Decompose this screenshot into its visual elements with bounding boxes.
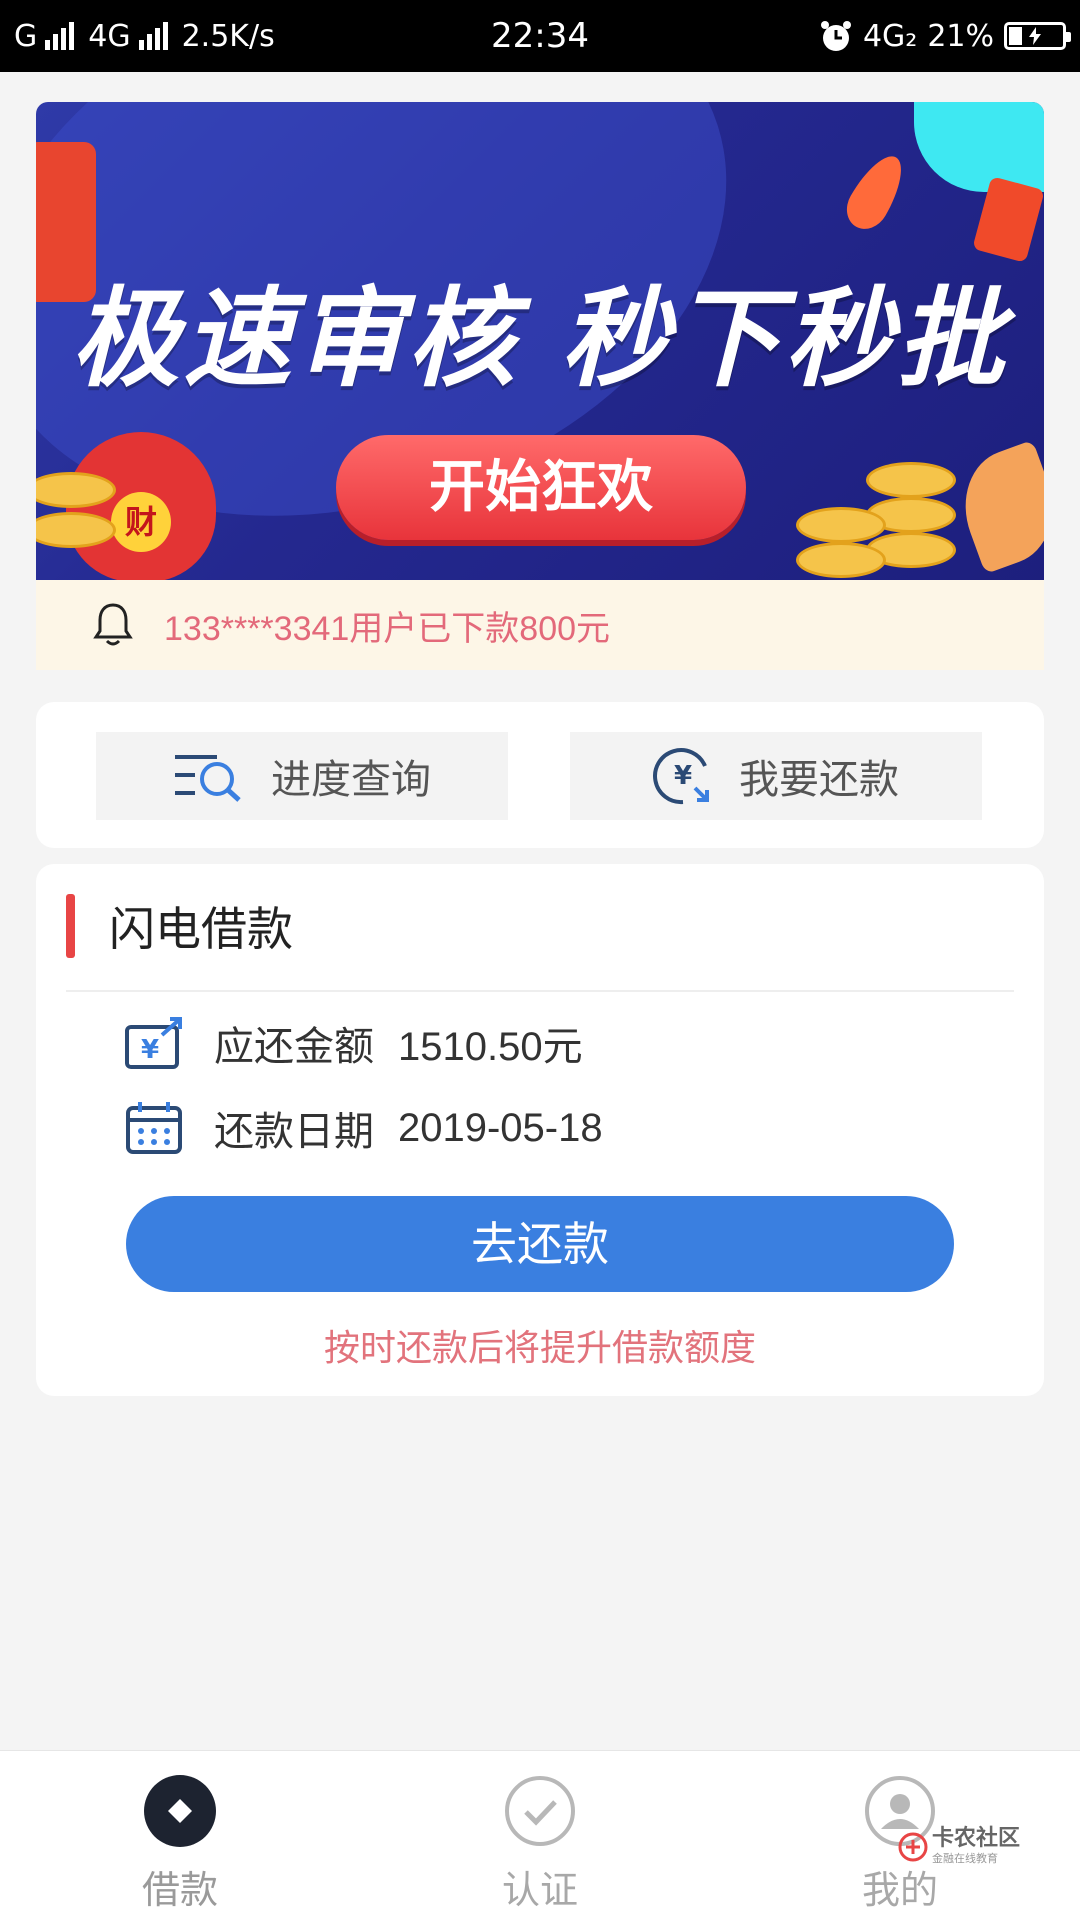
loan-header: 闪电借款	[66, 894, 293, 958]
alarm-icon	[820, 21, 851, 51]
diamond-icon	[144, 1775, 216, 1847]
calendar-icon	[126, 1102, 182, 1154]
battery-percent: 21%	[927, 18, 994, 54]
loan-title: 闪电借款	[109, 902, 293, 956]
signal-icon-2	[138, 22, 168, 50]
tab-loan-label: 借款	[141, 1868, 218, 1912]
watermark-sub: 金融在线教育	[932, 1852, 998, 1865]
amount-icon: ¥	[125, 1017, 182, 1069]
yuan-coin-icon: ¥	[653, 748, 709, 805]
watermark-logo	[898, 1832, 928, 1862]
network-speed: 2.5K/s	[181, 18, 275, 54]
watermark: 卡农社区 金融在线教育	[898, 1828, 1020, 1866]
carrier-2: 4G	[88, 18, 131, 54]
title-accent-bar	[66, 894, 75, 958]
coin-icon	[866, 462, 956, 498]
go-repay-button[interactable]: 去还款	[126, 1196, 954, 1292]
check-icon	[505, 1776, 575, 1846]
repay-button-shortcut[interactable]: ¥ 我要还款	[570, 732, 982, 820]
watermark-text-block: 卡农社区 金融在线教育	[932, 1828, 1020, 1866]
repay-tip: 按时还款后将提升借款额度	[323, 1328, 756, 1369]
date-row: 还款日期 2019-05-18	[124, 1099, 603, 1157]
amount-label: 应还金额	[214, 1024, 374, 1070]
coin-icon	[796, 507, 886, 543]
tab-mine-label: 我的	[861, 1868, 938, 1912]
notice-text: 133****3341用户已下款800元	[164, 609, 611, 648]
loan-card: 闪电借款 ¥ 应还金额 1510.50元 还款日期 2019-05-18 去还款…	[36, 864, 1044, 1396]
progress-query-label: 进度查询	[271, 757, 431, 803]
leaf-shape	[947, 439, 1044, 575]
amount-row: ¥ 应还金额 1510.50元	[124, 1014, 583, 1072]
clock: 22:34	[491, 16, 589, 56]
amount-value: 1510.50元	[398, 1025, 583, 1069]
search-list-icon	[175, 755, 241, 802]
progress-query-button[interactable]: 进度查询	[96, 732, 508, 820]
status-bar: G 4G 2.5K/s 22:34 4G₂ 21%	[0, 0, 1080, 72]
date-label: 还款日期	[214, 1109, 374, 1155]
banner-title: 极速审核 秒下秒批	[71, 277, 1009, 402]
repay-shortcut-label: 我要还款	[739, 757, 899, 803]
carrier-1: G	[14, 18, 38, 54]
banner-start-button[interactable]: 开始狂欢	[336, 435, 746, 540]
svg-text:¥: ¥	[141, 1035, 159, 1065]
network-type: 4G₂	[862, 18, 918, 54]
svg-text:¥: ¥	[674, 761, 692, 791]
money-bag-char: 财	[111, 492, 171, 552]
divider	[66, 990, 1014, 992]
status-left: G 4G 2.5K/s	[14, 19, 414, 54]
date-value: 2019-05-18	[398, 1105, 603, 1150]
bell-icon	[93, 603, 133, 646]
coin-icon	[796, 542, 886, 578]
quick-actions-card: 进度查询 ¥ 我要还款	[36, 702, 1044, 848]
tab-auth-label: 认证	[501, 1868, 578, 1912]
tab-auth[interactable]: 认证	[440, 1775, 640, 1914]
status-right: 4G₂ 21%	[666, 18, 1071, 54]
watermark-name: 卡农社区	[932, 1826, 1021, 1851]
promo-banner[interactable]: 极速审核 秒下秒批 开始狂欢 财	[36, 102, 1044, 580]
banner-cyan-shape	[914, 102, 1044, 192]
tab-loan[interactable]: 借款	[80, 1775, 280, 1914]
battery-icon	[1004, 22, 1071, 50]
flame-shape	[838, 147, 914, 237]
signal-icon	[45, 22, 75, 50]
notice-bar: 133****3341用户已下款800元	[36, 580, 1044, 670]
